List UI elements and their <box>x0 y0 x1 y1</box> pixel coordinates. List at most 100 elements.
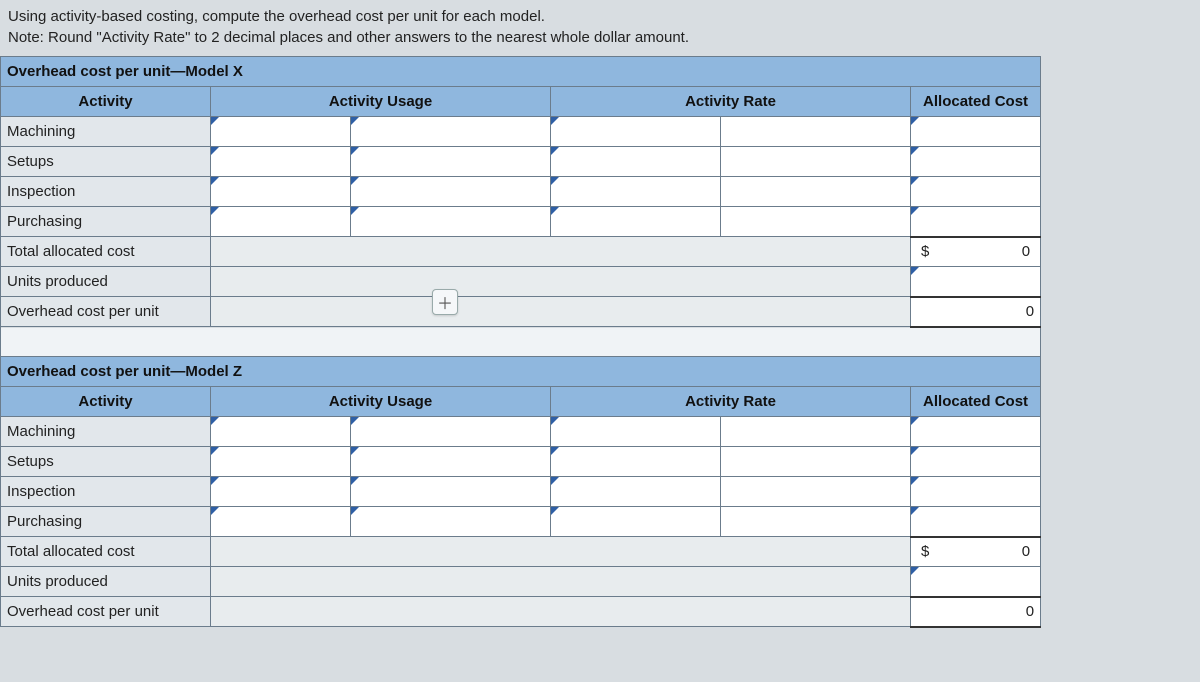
input-inspection-usage1-x[interactable] <box>211 177 351 207</box>
value-total-z: 0 <box>1022 543 1034 560</box>
label-machining-x: Machining <box>1 117 211 147</box>
row-total-x: Total allocated cost $ 0 <box>1 237 1041 267</box>
header-rate-x: Activity Rate <box>551 87 911 117</box>
currency-sym-total-z: $ <box>917 543 929 560</box>
label-inspection-z: Inspection <box>1 477 211 507</box>
input-purchasing-cost-z[interactable] <box>911 507 1041 537</box>
input-purchasing-usage2-z[interactable] <box>351 507 551 537</box>
input-setups-cost-z[interactable] <box>911 447 1041 477</box>
cell-ohpu-x: 0 <box>911 297 1041 327</box>
header-cost-x: Allocated Cost <box>911 87 1041 117</box>
label-setups-z: Setups <box>1 447 211 477</box>
input-setups-rate2-z[interactable] <box>721 447 911 477</box>
input-purchasing-rate1-z[interactable] <box>551 507 721 537</box>
blank-ohpu-z <box>211 597 911 627</box>
cell-total-cost-z: $ 0 <box>911 537 1041 567</box>
row-ohpu-x: Overhead cost per unit 0 <box>1 297 1041 327</box>
label-purchasing-x: Purchasing <box>1 207 211 237</box>
label-machining-z: Machining <box>1 417 211 447</box>
input-machining-usage1-z[interactable] <box>211 417 351 447</box>
input-purchasing-rate2-x[interactable] <box>721 207 911 237</box>
input-purchasing-rate2-z[interactable] <box>721 507 911 537</box>
row-machining-x: Machining <box>1 117 1041 147</box>
header-usage-x: Activity Usage <box>211 87 551 117</box>
input-inspection-usage1-z[interactable] <box>211 477 351 507</box>
label-setups-x: Setups <box>1 147 211 177</box>
label-total-x: Total allocated cost <box>1 237 211 267</box>
input-machining-rate1-z[interactable] <box>551 417 721 447</box>
input-units-z[interactable] <box>911 567 1041 597</box>
input-machining-usage1-x[interactable] <box>211 117 351 147</box>
currency-sym-total-x: $ <box>917 243 929 260</box>
label-total-z: Total allocated cost <box>1 537 211 567</box>
header-activity-z: Activity <box>1 387 211 417</box>
input-machining-rate1-x[interactable] <box>551 117 721 147</box>
input-setups-rate2-x[interactable] <box>721 147 911 177</box>
blank-units-x <box>211 267 911 297</box>
label-units-x: Units produced <box>1 267 211 297</box>
input-inspection-usage2-x[interactable] <box>351 177 551 207</box>
row-ohpu-z: Overhead cost per unit 0 <box>1 597 1041 627</box>
blank-units-z <box>211 567 911 597</box>
input-setups-cost-x[interactable] <box>911 147 1041 177</box>
gap-row <box>1 327 1041 357</box>
section-title-model-z: Overhead cost per unit—Model Z <box>1 357 1041 387</box>
input-setups-usage2-x[interactable] <box>351 147 551 177</box>
label-purchasing-z: Purchasing <box>1 507 211 537</box>
input-machining-cost-z[interactable] <box>911 417 1041 447</box>
input-purchasing-usage1-x[interactable] <box>211 207 351 237</box>
input-setups-usage1-z[interactable] <box>211 447 351 477</box>
row-setups-x: Setups <box>1 147 1041 177</box>
row-purchasing-x: Purchasing <box>1 207 1041 237</box>
input-purchasing-usage1-z[interactable] <box>211 507 351 537</box>
input-units-x[interactable] <box>911 267 1041 297</box>
input-machining-usage2-x[interactable] <box>351 117 551 147</box>
row-setups-z: Setups <box>1 447 1041 477</box>
cell-total-cost-x: $ 0 <box>911 237 1041 267</box>
label-ohpu-z: Overhead cost per unit <box>1 597 211 627</box>
label-units-z: Units produced <box>1 567 211 597</box>
add-row-button[interactable]: ＋ <box>432 289 458 315</box>
worksheet-table: Overhead cost per unit—Model X Activity … <box>0 56 1041 628</box>
label-inspection-x: Inspection <box>1 177 211 207</box>
instruction-line-1: Using activity-based costing, compute th… <box>8 6 1192 27</box>
input-setups-rate1-z[interactable] <box>551 447 721 477</box>
row-total-z: Total allocated cost $ 0 <box>1 537 1041 567</box>
input-machining-rate2-z[interactable] <box>721 417 911 447</box>
input-inspection-cost-z[interactable] <box>911 477 1041 507</box>
plus-icon: ＋ <box>437 290 453 314</box>
value-total-x: 0 <box>1022 243 1034 260</box>
header-activity-x: Activity <box>1 87 211 117</box>
input-setups-usage2-z[interactable] <box>351 447 551 477</box>
input-purchasing-rate1-x[interactable] <box>551 207 721 237</box>
row-machining-z: Machining <box>1 417 1041 447</box>
label-ohpu-x: Overhead cost per unit <box>1 297 211 327</box>
input-inspection-usage2-z[interactable] <box>351 477 551 507</box>
input-machining-rate2-x[interactable] <box>721 117 911 147</box>
instruction-line-2: Note: Round "Activity Rate" to 2 decimal… <box>8 27 1192 48</box>
input-inspection-cost-x[interactable] <box>911 177 1041 207</box>
input-inspection-rate2-z[interactable] <box>721 477 911 507</box>
input-purchasing-usage2-x[interactable] <box>351 207 551 237</box>
header-rate-z: Activity Rate <box>551 387 911 417</box>
row-inspection-z: Inspection <box>1 477 1041 507</box>
input-setups-usage1-x[interactable] <box>211 147 351 177</box>
input-purchasing-cost-x[interactable] <box>911 207 1041 237</box>
input-inspection-rate2-x[interactable] <box>721 177 911 207</box>
input-inspection-rate1-x[interactable] <box>551 177 721 207</box>
blank-total-z <box>211 537 911 567</box>
instructions-block: Using activity-based costing, compute th… <box>0 0 1200 56</box>
header-cost-z: Allocated Cost <box>911 387 1041 417</box>
input-inspection-rate1-z[interactable] <box>551 477 721 507</box>
input-machining-cost-x[interactable] <box>911 117 1041 147</box>
cell-ohpu-z: 0 <box>911 597 1041 627</box>
input-machining-usage2-z[interactable] <box>351 417 551 447</box>
row-purchasing-z: Purchasing <box>1 507 1041 537</box>
input-setups-rate1-x[interactable] <box>551 147 721 177</box>
row-units-x: Units produced <box>1 267 1041 297</box>
row-inspection-x: Inspection <box>1 177 1041 207</box>
header-usage-z: Activity Usage <box>211 387 551 417</box>
blank-ohpu-x <box>211 297 911 327</box>
blank-total-x <box>211 237 911 267</box>
section-title-model-x: Overhead cost per unit—Model X <box>1 57 1041 87</box>
